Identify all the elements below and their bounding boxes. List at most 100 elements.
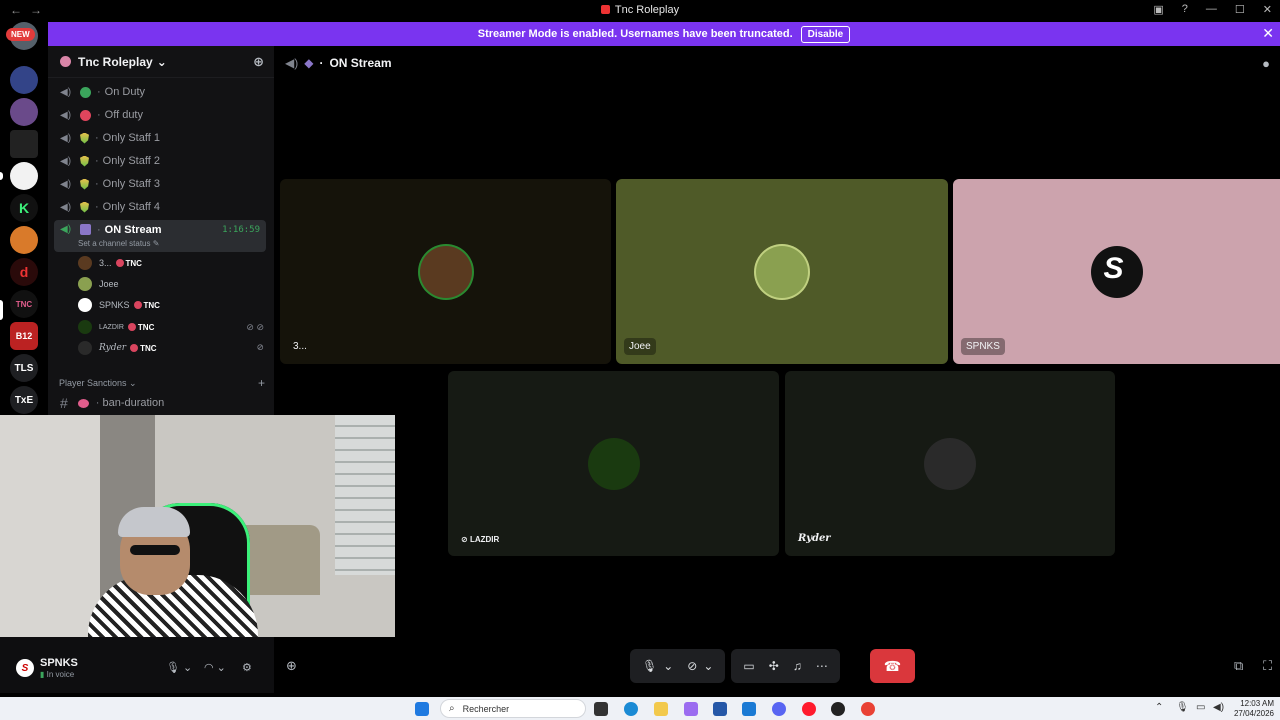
outlook-icon[interactable] <box>742 702 756 716</box>
title-bar: ←→ Tnc Roleplay ▣ ? — ☐ ✕ <box>0 0 1280 22</box>
tag-label: TNC <box>137 322 155 332</box>
voice-member[interactable]: Ryder TNC ⊘ <box>78 338 268 358</box>
shield-icon <box>80 178 89 190</box>
opera-icon[interactable] <box>802 702 816 716</box>
chat-bubble-icon[interactable]: ● <box>1262 56 1270 71</box>
voice-channel-off-duty[interactable]: ◀) · Off duty <box>54 105 266 125</box>
channel-status[interactable]: Set a channel status ✎ <box>78 239 159 248</box>
task-view-icon[interactable] <box>594 702 608 716</box>
taskbar-search[interactable]: ⌕ Rechercher <box>440 699 586 718</box>
help-icon[interactable]: ? <box>1182 3 1188 16</box>
close-banner-icon[interactable]: ✕ <box>1262 25 1274 42</box>
minimize-button[interactable]: — <box>1206 3 1217 16</box>
category-player-sanctions[interactable]: Player Sanctions ⌄ + <box>59 376 265 390</box>
discord-icon[interactable] <box>772 702 786 716</box>
member-name: Joee <box>99 279 119 289</box>
activities-icon[interactable]: ✣ <box>769 659 779 673</box>
add-member-icon[interactable]: ⊕ <box>253 54 264 70</box>
voice-channel-staff-2[interactable]: ◀) · Only Staff 2 <box>54 151 266 171</box>
server-icon-5[interactable] <box>10 162 38 190</box>
obs-icon[interactable] <box>831 702 845 716</box>
disconnect-button[interactable]: ☎ <box>870 649 915 683</box>
guild-header[interactable]: Tnc Roleplay ⌄ ⊕ <box>48 46 274 78</box>
server-icon-tnc[interactable]: TNC <box>10 290 38 318</box>
screen-share-icon[interactable]: ▭ <box>743 659 754 673</box>
inbox-icon[interactable]: ▣ <box>1153 3 1163 16</box>
voice-member[interactable]: 3... TNC <box>78 253 268 273</box>
participant-tile[interactable]: 3... <box>280 179 611 364</box>
voice-member[interactable]: SPNKS TNC <box>78 295 268 315</box>
os-taskbar: ⌕ Rechercher ⌃ 🎙︎ ▭ ◀) 12:03 AM 27/04/20… <box>0 697 1280 720</box>
close-window-button[interactable]: ✕ <box>1263 3 1272 16</box>
avatar <box>78 277 92 291</box>
user-avatar[interactable]: S <box>16 659 34 677</box>
server-icon-10[interactable]: B12 <box>10 322 38 350</box>
fullscreen-icon[interactable]: ⛶ <box>1263 658 1272 674</box>
speaker-active-icon: ◀) <box>60 224 72 235</box>
pop-out-icon[interactable]: ⧉ <box>1234 658 1243 674</box>
window-title-text: Tnc Roleplay <box>614 4 680 16</box>
voice-channel-on-duty[interactable]: ◀) · On Duty <box>54 82 266 102</box>
voice-channel-on-stream[interactable]: ◀) · ON Stream 1:16:59 Set a channel stat… <box>54 220 266 252</box>
taskbar-clock[interactable]: 12:03 AM 27/04/2026 <box>1234 699 1274 719</box>
store-icon[interactable] <box>713 702 727 716</box>
text-channel-ban-duration[interactable]: # · ban-duration <box>60 395 164 411</box>
server-icon-2[interactable] <box>10 66 38 94</box>
tray-chevron-icon[interactable]: ⌃ <box>1155 702 1163 713</box>
tray-mic-icon[interactable]: 🎙︎ <box>1176 702 1189 713</box>
windows-start-icon[interactable] <box>415 702 429 716</box>
participant-tile[interactable]: Ryder <box>785 371 1115 556</box>
webcam-sunglasses <box>130 545 180 555</box>
server-icon-3[interactable] <box>10 98 38 126</box>
chrome-icon[interactable] <box>861 702 875 716</box>
voice-member[interactable]: LAZDIR TNC ⊘ ⊘ <box>78 317 268 337</box>
participant-tile[interactable]: Joee <box>616 179 948 364</box>
member-name: LAZDIR <box>99 323 124 331</box>
disable-button[interactable]: Disable <box>800 25 851 43</box>
signal-icon: ▮ <box>40 670 47 679</box>
voice-member[interactable]: Joee <box>78 274 268 294</box>
headphones-icon[interactable]: ◠ ⌄ <box>204 661 226 674</box>
settings-gear-icon[interactable]: ⚙ <box>242 661 252 674</box>
server-icon-7[interactable] <box>10 226 38 254</box>
voice-channel-staff-4[interactable]: ◀) · Only Staff 4 <box>54 197 266 217</box>
maximize-button[interactable]: ☐ <box>1235 3 1245 16</box>
server-icon-tls[interactable]: TLS <box>10 354 38 382</box>
chevron-down-icon[interactable]: ⌄ <box>703 659 713 673</box>
tray-display-icon[interactable]: ▭ <box>1196 702 1205 713</box>
edge-icon[interactable] <box>624 702 638 716</box>
soundboard-icon[interactable]: ♫ <box>793 659 802 673</box>
voice-channel-staff-3[interactable]: ◀) · Only Staff 3 <box>54 174 266 194</box>
server-icon-txe[interactable]: TxE <box>10 386 38 414</box>
participant-tile[interactable]: ⊘ LAZDIR <box>448 371 779 556</box>
file-explorer-icon[interactable] <box>654 702 668 716</box>
invite-user-icon[interactable]: ⊕ <box>286 658 297 674</box>
user-name[interactable]: SPNKS <box>40 657 78 669</box>
avatar <box>78 256 92 270</box>
server-label: TLS <box>14 362 34 374</box>
speaker-icon: ◀) <box>60 155 72 167</box>
copilot-icon[interactable] <box>684 702 698 716</box>
app-logo-icon <box>600 5 610 14</box>
speaker-icon: ◀) <box>285 56 299 70</box>
muted-icon: ⊘ <box>461 535 470 544</box>
window-controls: ▣ ? — ☐ ✕ <box>1153 3 1272 16</box>
participant-name: 3... <box>293 341 307 352</box>
channel-label: Only Staff 2 <box>102 155 160 167</box>
search-placeholder: Rechercher <box>462 703 510 714</box>
participant-tile[interactable]: S SPNKS <box>953 179 1280 364</box>
server-icon-4[interactable] <box>10 130 38 158</box>
server-icon-8[interactable]: d <box>10 258 38 286</box>
banner-text: Streamer Mode is enabled. Usernames have… <box>477 28 793 40</box>
channel-emoji <box>77 398 89 408</box>
clock-date: 27/04/2026 <box>1233 709 1274 718</box>
chevron-down-icon[interactable]: ⌄ <box>663 659 673 673</box>
add-channel-icon[interactable]: + <box>258 376 265 390</box>
more-options-icon[interactable]: ⋯ <box>816 659 828 673</box>
server-icon-6[interactable]: K <box>10 194 38 222</box>
voice-channel-staff-1[interactable]: ◀) · Only Staff 1 <box>54 128 266 148</box>
tray-speaker-icon[interactable]: ◀) <box>1213 702 1224 713</box>
camera-off-icon[interactable]: ⊘ <box>687 659 697 673</box>
microphone-icon[interactable]: 🎙︎ ⌄ <box>166 661 192 674</box>
microphone-icon[interactable]: 🎙︎ <box>642 659 657 673</box>
